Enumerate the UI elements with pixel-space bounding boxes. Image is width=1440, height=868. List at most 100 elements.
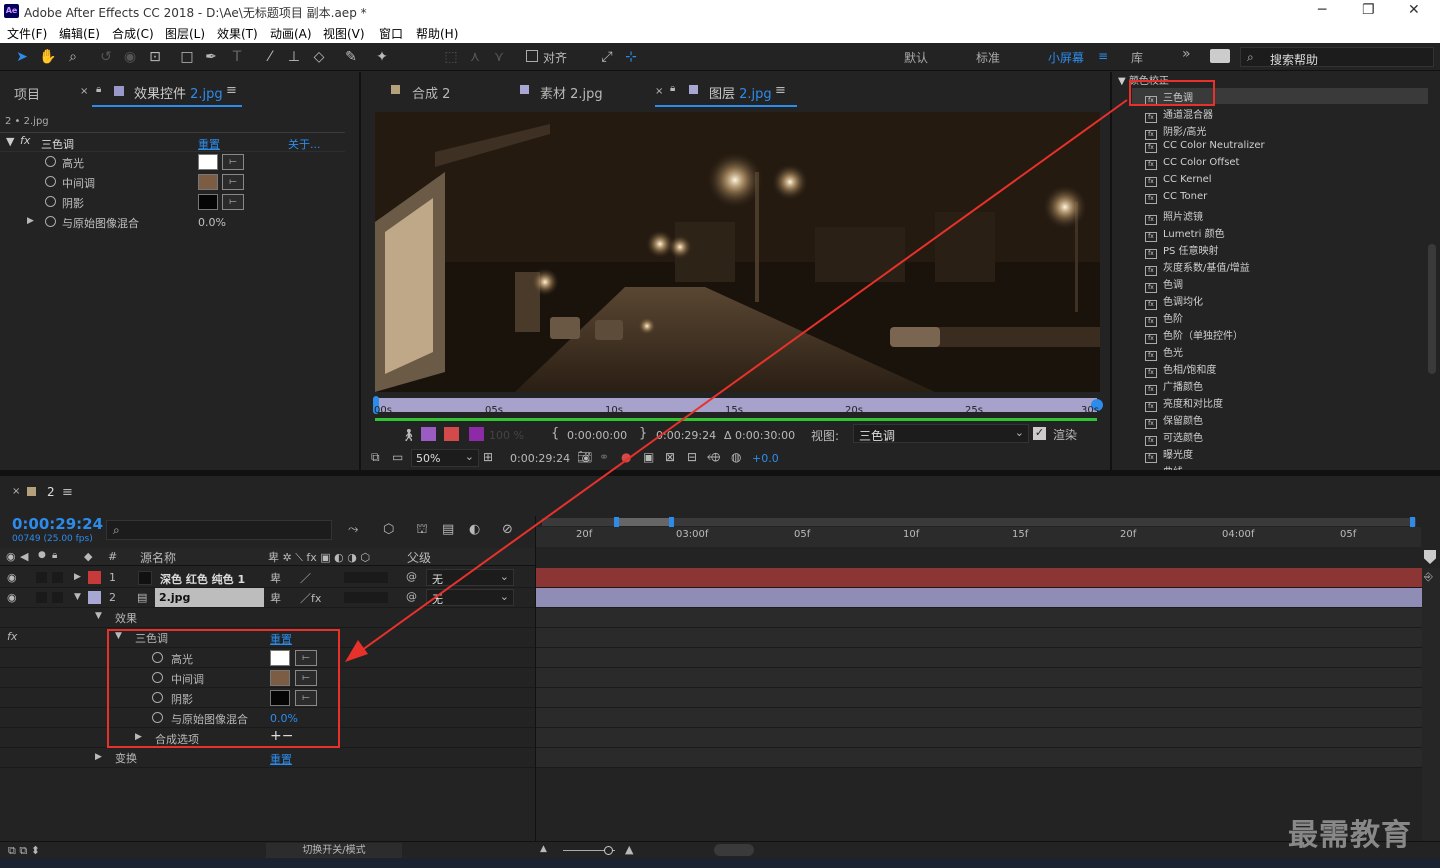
quality-switch-icon[interactable]: ／ [300, 570, 311, 586]
roto-brush-tool-icon[interactable]: ✎ [342, 48, 360, 66]
panel-menu-icon[interactable]: ≡ [62, 485, 73, 500]
shadow-color-swatch[interactable] [198, 194, 218, 210]
draft-3d-icon[interactable]: ⬡ [383, 522, 394, 537]
timeline-search-input[interactable]: ⌕ [106, 520, 332, 540]
panel-menu-icon[interactable]: ≡ [226, 83, 237, 98]
effect-list-item[interactable]: fx CC Toner [1145, 191, 1207, 204]
show-snapshot-icon[interactable]: ⚭ [599, 450, 609, 464]
effect-list-item[interactable]: fx 色调均化 [1145, 293, 1203, 310]
snapshot-icon[interactable]: 📷︎ [577, 450, 592, 464]
layer-row-2[interactable]: ◉ ▼ 2 ▤ 2.jpg 卑 ／fx @ 无 ⌄ [0, 588, 535, 608]
search-help-input[interactable]: ⌕ 搜索帮助 [1240, 47, 1434, 67]
clone-stamp-tool-icon[interactable]: ⊥ [285, 48, 303, 66]
search-help-toggle-icon[interactable] [1210, 49, 1230, 63]
local-axis-icon[interactable]: ⬚ [442, 48, 460, 66]
expand-arrow-icon[interactable]: ▼ [6, 135, 14, 148]
eyedropper-icon[interactable]: ⟝ [222, 194, 244, 210]
timeline-hscroll[interactable] [714, 844, 754, 856]
work-area-end-handle[interactable] [669, 517, 674, 527]
workspace-standard[interactable]: 标准 [976, 49, 1000, 66]
menu-help[interactable]: 帮助(H) [416, 25, 458, 42]
in-time[interactable]: 0:00:00:00 [567, 429, 627, 442]
tab-project[interactable]: 项目 [14, 84, 40, 103]
exposure-value[interactable]: +0.0 [752, 452, 779, 465]
snap-grid-icon[interactable]: ⊹ [622, 48, 640, 66]
menu-layer[interactable]: 图层(L) [165, 25, 205, 42]
effect-list-item[interactable]: fx 保留颜色 [1145, 412, 1203, 429]
collapse-arrow-icon[interactable]: ▼ [74, 592, 81, 602]
more-workspaces-icon[interactable]: » [1182, 46, 1191, 62]
tab-effect-controls[interactable]: 效果控件 2.jpg [134, 83, 223, 102]
channel-icon[interactable]: ● [621, 450, 631, 464]
world-axis-icon[interactable]: ⋏ [466, 48, 484, 66]
restore-icon[interactable]: ❐ [1362, 2, 1375, 18]
collapse-arrow-icon[interactable]: ▶ [27, 216, 34, 226]
layer-1-bar[interactable] [536, 568, 1422, 588]
zoom-dropdown[interactable]: 50% ⌄ [411, 449, 479, 467]
expand-arrow-icon[interactable]: ▶ [74, 572, 81, 582]
work-area-end-marker[interactable] [1410, 517, 1415, 527]
menu-effect[interactable]: 效果(T) [217, 25, 258, 42]
panel-menu-icon[interactable]: ≡ [775, 83, 786, 98]
tab-composition[interactable]: 合成 2 [412, 83, 450, 102]
transparency-grid-icon[interactable]: ⊠ [665, 450, 675, 464]
zoom-tool-icon[interactable]: ⌕ [64, 48, 82, 66]
color-chip-icon[interactable] [469, 427, 484, 441]
solo-box[interactable] [36, 572, 47, 583]
effect-list-item[interactable]: fx CC Color Neutralizer [1145, 140, 1265, 153]
snapping-icon[interactable]: ⤢ [598, 48, 616, 66]
time-ruler[interactable] [536, 527, 1421, 547]
switch-boxes[interactable] [344, 592, 388, 603]
view-dropdown[interactable]: 三色调 ⌄ [853, 424, 1029, 443]
effect-list-item[interactable]: fx 色阶 [1145, 310, 1183, 327]
close-tab-icon[interactable]: × [80, 86, 88, 97]
rotate-tool-icon[interactable]: ↺ [97, 48, 115, 66]
shy-switch-icon[interactable]: 卑 [270, 570, 281, 586]
fx-icon[interactable]: fx [7, 630, 17, 643]
effect-switch-icon[interactable]: ／fx [300, 590, 321, 606]
toggle-switches-modes-button[interactable]: 切换开关/模式 [266, 843, 402, 858]
motion-blur-icon[interactable]: ◐ [469, 522, 480, 537]
onion-skin-icon[interactable] [421, 427, 436, 441]
visibility-eye-icon[interactable]: ◉ [7, 571, 17, 584]
effect-list-item[interactable]: fx CC Kernel [1145, 174, 1212, 187]
guides-icon[interactable]: ⊟ [687, 450, 697, 464]
collapse-arrow-icon[interactable]: ▼ [95, 611, 102, 621]
effect-list-item[interactable]: fx 通道混合器 [1145, 106, 1213, 123]
stop-motion-icon[interactable] [444, 427, 459, 441]
layer-name-field[interactable]: 2.jpg [155, 588, 264, 607]
effect-list-item[interactable]: fx 可选颜色 [1145, 429, 1203, 446]
effect-list-item[interactable]: fx Lumetri 颜色 [1145, 225, 1225, 242]
effect-list-item[interactable]: fx 亮度和对比度 [1145, 395, 1223, 412]
effect-list-item[interactable]: fx 阴影/高光 [1145, 123, 1206, 140]
solo-box[interactable] [36, 592, 47, 603]
transform-row[interactable]: ▶ 变换 重置 [0, 748, 535, 768]
effect-list-item[interactable]: fx 色阶（单独控件） [1145, 327, 1243, 344]
parent-dropdown[interactable]: 无 ⌄ [426, 569, 514, 586]
playhead-icon[interactable] [1424, 550, 1436, 564]
footer-toggles-icon[interactable]: ⧉ ⧉ ⬍ [8, 844, 40, 858]
scrollbar-thumb[interactable] [1428, 244, 1436, 374]
selection-tool-icon[interactable]: ➤ [13, 48, 31, 66]
workspace-small-screen[interactable]: 小屏幕 [1048, 49, 1084, 66]
expand-arrow-icon[interactable]: ▶ [95, 752, 102, 762]
graph-editor-icon[interactable]: ⊘ [502, 522, 513, 537]
minimize-icon[interactable]: ─ [1318, 2, 1326, 18]
set-in-point-icon[interactable]: { [551, 426, 559, 441]
rectangle-tool-icon[interactable]: □ [178, 48, 196, 66]
effect-list-item[interactable]: fx 广播颜色 [1145, 378, 1203, 395]
align-checkbox[interactable] [526, 50, 538, 62]
hand-tool-icon[interactable]: ✋ [39, 48, 57, 66]
blend-value[interactable]: 0.0% [198, 216, 226, 229]
view-axis-icon[interactable]: ⋎ [490, 48, 508, 66]
shy-layers-icon[interactable]: ⛫ [416, 522, 428, 539]
effect-list-item[interactable]: fx PS 任意映射 [1145, 242, 1219, 259]
type-tool-icon[interactable]: T [228, 48, 246, 66]
menu-file[interactable]: 文件(F) [7, 25, 47, 42]
menu-animation[interactable]: 动画(A) [270, 25, 312, 42]
lock-box[interactable] [52, 592, 63, 603]
effect-list-item[interactable]: fx 照片滤镜 [1145, 208, 1203, 225]
effect-list-item[interactable]: fx 色相/饱和度 [1145, 361, 1216, 378]
parent-dropdown[interactable]: 无 ⌄ [426, 589, 514, 606]
timeline-scrollbar[interactable] [1422, 568, 1440, 841]
